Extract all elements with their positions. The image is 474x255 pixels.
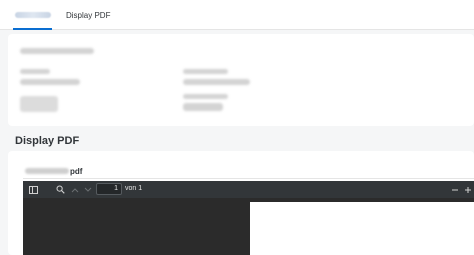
tab-general[interactable]	[13, 0, 52, 30]
chevron-down-icon[interactable]	[81, 182, 95, 197]
redacted-field-label	[183, 69, 228, 74]
redacted-filename	[25, 168, 69, 174]
divider	[23, 178, 474, 179]
redacted-field-label	[20, 69, 50, 74]
pdf-toolbar: 1 von 1	[23, 181, 474, 198]
redacted-field-value	[183, 79, 250, 85]
redacted-field-value	[20, 79, 80, 85]
redacted-heading	[20, 48, 94, 54]
pdf-page[interactable]	[250, 202, 474, 255]
page-total-label: von 1	[125, 185, 143, 192]
attachment-filename[interactable]: pdf	[25, 165, 82, 177]
sidebar-toggle-icon[interactable]	[26, 182, 40, 197]
tab-general-label	[14, 12, 51, 18]
section-title: Display PDF	[15, 135, 80, 147]
redacted-field-value	[183, 103, 223, 111]
tab-display-pdf[interactable]: Display PDF	[66, 0, 110, 30]
pdf-viewer: 1 von 1	[23, 181, 474, 255]
search-icon[interactable]	[53, 182, 67, 197]
page-number-input[interactable]: 1	[96, 183, 122, 195]
minus-icon[interactable]	[448, 182, 462, 197]
redacted-field-label	[183, 94, 228, 99]
plus-icon[interactable]	[461, 182, 474, 197]
active-tab-indicator	[13, 28, 52, 30]
redacted-field-value	[20, 96, 58, 112]
details-card	[8, 34, 474, 126]
chevron-up-icon[interactable]	[68, 182, 82, 197]
tab-bar: Display PDF	[0, 0, 474, 30]
filename-suffix: pdf	[70, 166, 83, 176]
